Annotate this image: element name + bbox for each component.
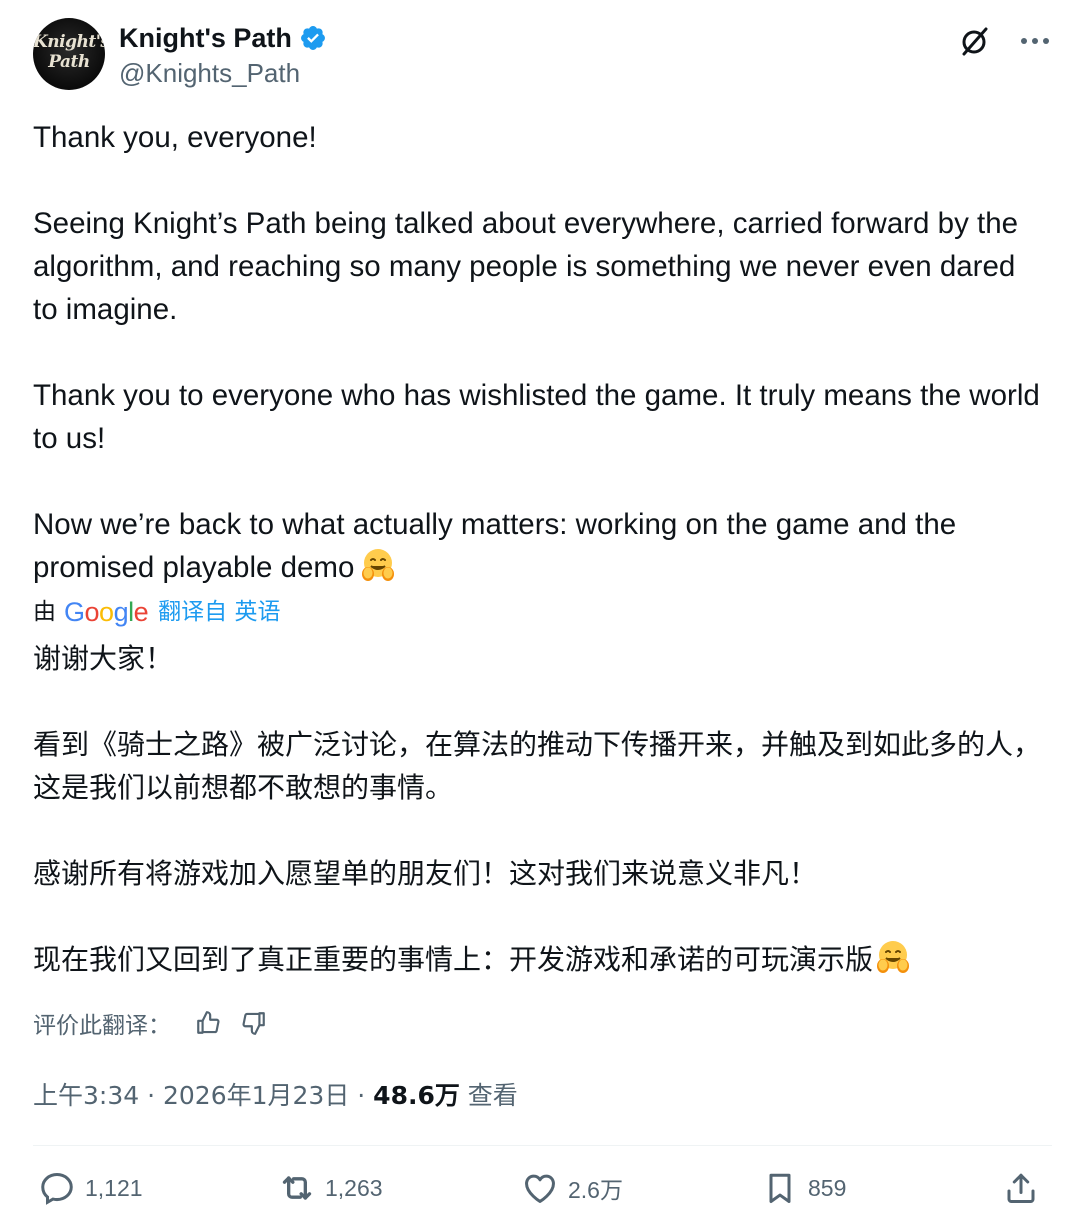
display-name[interactable]: Knight's Path <box>119 20 292 56</box>
rate-translation: 评价此翻译： <box>33 1006 285 1040</box>
author-info: Knight's Path @Knights_Path <box>119 20 327 91</box>
thumbs-up-icon[interactable] <box>193 1008 223 1038</box>
verified-badge-icon[interactable] <box>299 24 327 52</box>
tweet-meta: 上午3:34 · 2026年1月23日 · 48.6万 查看 <box>33 1081 518 1110</box>
avatar-logo: Knight's Path <box>33 32 105 72</box>
tweet-paragraph-1: Thank you, everyone! <box>33 121 317 154</box>
like-count: 2.6万 <box>568 1177 623 1203</box>
reply-count: 1,121 <box>85 1174 143 1201</box>
thumbs-down-icon[interactable] <box>239 1008 269 1038</box>
translated-text: 谢谢大家！ 看到《骑士之路》被广泛讨论，在算法的推动下传播开来，并触及到如此多的… <box>33 637 1046 981</box>
repost-button[interactable]: 1,263 <box>277 1168 383 1208</box>
tweet-time[interactable]: 上午3:34 <box>33 1081 139 1110</box>
hugging-face-emoji-icon <box>877 941 910 973</box>
tweet-paragraph-3: Thank you to everyone who has wishlisted… <box>33 379 1040 455</box>
share-icon <box>1001 1168 1041 1208</box>
header-actions <box>958 24 1052 58</box>
translated-from-link[interactable]: 翻译自 英语 <box>158 596 280 628</box>
translation-attribution: 由 Google 翻译自 英语 <box>33 596 280 628</box>
tweet-date[interactable]: 2026年1月23日 <box>163 1081 349 1110</box>
repost-count: 1,263 <box>325 1174 383 1201</box>
divider <box>33 1145 1052 1146</box>
tweet-header: Knight's Path Knight's Path @Knights_Pat… <box>33 18 1052 94</box>
more-options-icon[interactable] <box>1018 24 1052 58</box>
tweet-text: Thank you, everyone! Seeing Knight’s Pat… <box>33 116 1046 589</box>
like-button[interactable]: 2.6万 <box>520 1168 623 1208</box>
google-logo: Google <box>64 597 149 627</box>
share-button[interactable] <box>1001 1168 1049 1208</box>
views-count[interactable]: 48.6万 <box>373 1081 460 1110</box>
translated-paragraph-2: 看到《骑士之路》被广泛讨论，在算法的推动下传播开来，并触及到如此多的人，这是我们… <box>33 728 1042 804</box>
rate-translation-label: 评价此翻译： <box>33 1013 171 1039</box>
tweet-paragraph-2: Seeing Knight’s Path being talked about … <box>33 207 1019 326</box>
repost-icon <box>277 1168 317 1208</box>
reply-icon <box>37 1168 77 1208</box>
author-handle[interactable]: @Knights_Path <box>119 55 327 91</box>
tweet-detail: Knight's Path Knight's Path @Knights_Pat… <box>0 0 1080 1221</box>
translated-paragraph-3: 感谢所有将游戏加入愿望单的朋友们！这对我们来说意义非凡！ <box>33 857 818 890</box>
translated-by-label: 由 <box>33 599 56 625</box>
hugging-face-emoji-icon <box>362 549 395 581</box>
tweet-actions: 1,121 1,263 2.6万 859 <box>33 1160 1052 1220</box>
grok-icon[interactable] <box>958 24 992 58</box>
reply-button[interactable]: 1,121 <box>37 1168 143 1208</box>
bookmark-icon <box>760 1168 800 1208</box>
translated-paragraph-4: 现在我们又回到了真正重要的事情上：开发游戏和承诺的可玩演示版 <box>33 938 1046 981</box>
translated-paragraph-1: 谢谢大家！ <box>33 642 174 675</box>
bookmark-button[interactable]: 859 <box>760 1168 846 1208</box>
heart-icon <box>520 1168 560 1208</box>
views-label: 查看 <box>459 1081 518 1110</box>
bookmark-count: 859 <box>808 1174 847 1201</box>
avatar[interactable]: Knight's Path <box>33 18 105 90</box>
author-name-row[interactable]: Knight's Path <box>119 20 327 56</box>
tweet-paragraph-4: Now we’re back to what actually matters:… <box>33 508 957 584</box>
